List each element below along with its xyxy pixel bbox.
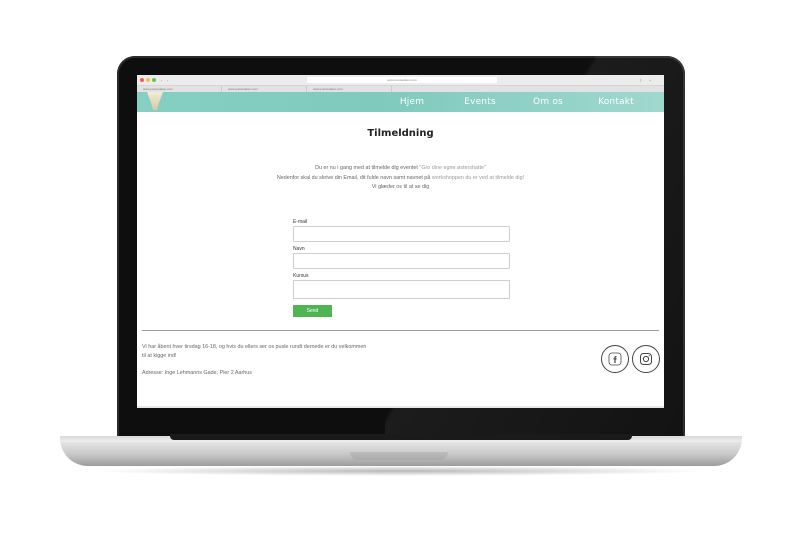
instagram-glyph xyxy=(640,353,652,365)
address: Adresse: Inge Lehmanns Gade, Pier 2 Aarh… xyxy=(142,370,252,376)
screen: ‹ › www.puusiedelen.com ⇪ + www.puusiede… xyxy=(137,75,664,408)
intro-line-2: Nedenfor skal du skrive din Email, dit f… xyxy=(137,174,664,184)
laptop-notch xyxy=(350,452,448,460)
opening-hours-line-1: Vi har åbent hver tirsdag 16-18, og hvis… xyxy=(142,344,367,350)
intro-line-2-text: Nedenfor skal du skrive din Email, dit f… xyxy=(276,174,432,181)
minimize-window-button[interactable] xyxy=(146,78,150,82)
intro-line-2-highlight: workshoppen du er ved at tilmelde dig! xyxy=(431,174,525,181)
email-label: E-mail xyxy=(293,219,308,225)
course-field[interactable] xyxy=(293,280,510,299)
forward-arrow-icon[interactable]: › xyxy=(167,78,168,83)
nav-link-hjem[interactable]: Hjem xyxy=(378,92,446,112)
nav-links: Hjem Events Om os Kontakt xyxy=(378,92,650,112)
opening-hours: Vi har åbent hver tirsdag 16-18, og hvis… xyxy=(142,343,412,361)
close-window-button[interactable] xyxy=(140,78,144,82)
event-name: "Gro dine egne østershatte" xyxy=(419,165,486,171)
site-navbar: Hjem Events Om os Kontakt xyxy=(137,92,664,112)
footer-divider xyxy=(142,330,659,331)
back-arrow-icon[interactable]: ‹ xyxy=(161,78,162,83)
laptop-shadow xyxy=(90,466,710,476)
nav-link-om-os[interactable]: Om os xyxy=(514,92,582,112)
page-title: Tilmeldning xyxy=(367,128,434,139)
signup-form: E-mail Navn Kursus Send xyxy=(293,218,511,317)
intro-line-3: Vi glæder os til at se dig xyxy=(371,184,430,190)
name-field[interactable] xyxy=(293,253,510,269)
intro-line-1: Du er nu i gang med at tilmelde dig even… xyxy=(137,164,664,174)
email-field[interactable] xyxy=(293,226,510,242)
opening-hours-line-2: til at kigge ind! xyxy=(142,353,177,359)
course-label: Kursus xyxy=(293,273,309,279)
intro-text: Du er nu i gang med at tilmelde dig even… xyxy=(137,164,664,193)
share-icon[interactable]: ⇪ xyxy=(639,78,642,83)
facebook-glyph xyxy=(608,352,622,366)
laptop-mockup: ‹ › www.puusiedelen.com ⇪ + www.puusiede… xyxy=(0,0,800,538)
name-label: Navn xyxy=(293,246,305,252)
browser-toolbar: ‹ › www.puusiedelen.com ⇪ + xyxy=(137,75,664,86)
instagram-icon[interactable] xyxy=(632,345,660,373)
zoom-window-button[interactable] xyxy=(152,78,156,82)
intro-line-1-text: Du er nu i gang med at tilmelde dig even… xyxy=(315,165,420,171)
hat-logo-icon[interactable] xyxy=(147,92,163,110)
nav-link-events[interactable]: Events xyxy=(446,92,514,112)
address-bar[interactable]: www.puusiedelen.com xyxy=(307,77,497,83)
facebook-icon[interactable] xyxy=(601,345,629,373)
new-tab-icon[interactable]: + xyxy=(649,78,651,83)
send-button[interactable]: Send xyxy=(293,305,332,317)
nav-link-kontakt[interactable]: Kontakt xyxy=(582,92,650,112)
laptop-hinge xyxy=(170,434,632,440)
page-bottom-edge xyxy=(137,406,664,408)
window-controls xyxy=(140,78,156,82)
